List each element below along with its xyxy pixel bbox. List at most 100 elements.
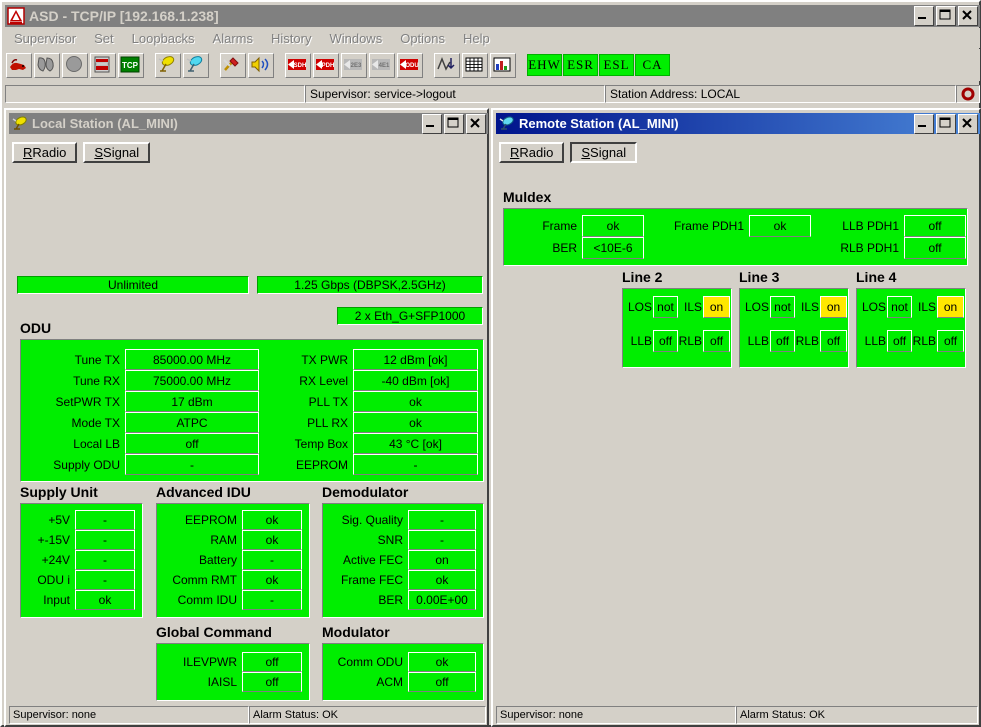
field-value-5v[interactable]: - xyxy=(75,510,135,530)
field-value-ilevpwr[interactable]: off xyxy=(242,652,302,672)
main-status-bar: Supervisor: service->logout Station Addr… xyxy=(5,84,980,104)
e3-icon[interactable]: 2E3 xyxy=(341,52,367,78)
field-value-15v[interactable]: - xyxy=(75,530,135,550)
maximize-button[interactable] xyxy=(936,6,956,26)
muldex-col3: LLB PDH1 off RLB PDH1 off xyxy=(819,215,966,259)
performance-icon[interactable] xyxy=(434,52,460,78)
menu-item-help[interactable]: Help xyxy=(454,30,499,47)
odu-icon[interactable]: ODU xyxy=(397,52,423,78)
configure-icon[interactable] xyxy=(220,52,246,78)
connect-icon[interactable] xyxy=(6,52,32,78)
field-value-rlb[interactable]: off xyxy=(703,330,730,352)
field-value-sig-quality[interactable]: - xyxy=(408,510,476,530)
field-value-eeprom[interactable]: ok xyxy=(242,510,302,530)
maximize-button[interactable] xyxy=(444,113,464,134)
field-value-iaisl[interactable]: off xyxy=(242,672,302,692)
field-value-ber[interactable]: <10E-6 xyxy=(582,237,644,259)
field-value-pll-rx[interactable]: ok xyxy=(353,412,478,433)
status-badge-ehw[interactable]: EHW xyxy=(527,54,562,76)
e1-icon[interactable]: 4E1 xyxy=(369,52,395,78)
field-value-frame-fec[interactable]: ok xyxy=(408,570,476,590)
chart-icon[interactable] xyxy=(490,52,516,78)
minimize-button[interactable] xyxy=(914,113,934,134)
menu-item-windows[interactable]: Windows xyxy=(320,30,391,47)
status-badge-ca[interactable]: CA xyxy=(635,54,670,76)
menu-item-set[interactable]: Set xyxy=(85,30,123,47)
maximize-button[interactable] xyxy=(936,113,956,134)
status-badge-esr[interactable]: ESR xyxy=(563,54,598,76)
field-value-ils[interactable]: on xyxy=(937,296,964,318)
svg-text:TCP: TCP xyxy=(122,61,139,70)
menu-item-loopbacks[interactable]: Loopbacks xyxy=(123,30,204,47)
field-value-frame-pdh1[interactable]: ok xyxy=(749,215,811,237)
field-value-rlb[interactable]: off xyxy=(820,330,847,352)
field-value-llb[interactable]: off xyxy=(770,330,795,352)
field-value-snr[interactable]: - xyxy=(408,530,476,550)
odu-heading: ODU xyxy=(20,320,52,336)
field-value-tune-tx[interactable]: 85000.00 MHz xyxy=(125,349,259,370)
field-value-ber-demod[interactable]: 0.00E+00 xyxy=(408,590,476,610)
field-label: +24V xyxy=(41,553,70,567)
minimize-button[interactable] xyxy=(914,6,934,26)
field-value-eeprom-odu[interactable]: - xyxy=(353,454,478,475)
field-value-frame[interactable]: ok xyxy=(582,215,644,237)
field-label: Comm ODU xyxy=(337,655,403,669)
field-value-rlb-pdh1[interactable]: off xyxy=(904,237,966,259)
close-button[interactable] xyxy=(958,6,978,26)
field-value-tx-pwr[interactable]: 12 dBm [ok] xyxy=(353,349,478,370)
tab-radio[interactable]: R Radio xyxy=(12,142,78,163)
close-button[interactable] xyxy=(466,113,486,134)
menu-item-alarms[interactable]: Alarms xyxy=(204,30,262,47)
field-value-llb-pdh1[interactable]: off xyxy=(904,215,966,237)
field-value-mode-tx[interactable]: ATPC xyxy=(125,412,259,433)
field-value-ils[interactable]: on xyxy=(703,296,730,318)
field-value-temp-box[interactable]: 43 °C [ok] xyxy=(353,433,478,454)
menu-item-supervisor[interactable]: Supervisor xyxy=(5,30,85,47)
field-value-ils[interactable]: on xyxy=(820,296,847,318)
pdh-icon[interactable]: PDH xyxy=(313,52,339,78)
disconnect-icon[interactable] xyxy=(34,52,60,78)
field-value-los[interactable]: not xyxy=(887,296,912,318)
field-value-comm-odu[interactable]: ok xyxy=(408,652,476,672)
menu-item-history[interactable]: History xyxy=(262,30,320,47)
field-value-los[interactable]: not xyxy=(770,296,795,318)
remote-station-icon[interactable] xyxy=(183,52,209,78)
field-value-supply-odu[interactable]: - xyxy=(125,454,259,475)
field-value-setpwr-tx[interactable]: 17 dBm xyxy=(125,391,259,412)
tcp-icon[interactable]: TCP xyxy=(118,52,144,78)
main-title-bar: ASD - TCP/IP [192.168.1.238] xyxy=(5,5,980,27)
field-label: ACM xyxy=(376,675,403,689)
field-value-rlb[interactable]: off xyxy=(937,330,964,352)
field-value-rx-level[interactable]: -40 dBm [ok] xyxy=(353,370,478,391)
minimize-button[interactable] xyxy=(422,113,442,134)
field-label: +-15V xyxy=(37,533,70,547)
stop-icon[interactable] xyxy=(62,52,88,78)
table-icon[interactable] xyxy=(462,52,488,78)
status-badge-esl[interactable]: ESL xyxy=(599,54,634,76)
close-button[interactable] xyxy=(958,113,978,134)
field-value-comm-rmt[interactable]: ok xyxy=(242,570,302,590)
tab-signal[interactable]: S Signal xyxy=(570,142,638,163)
field-value-input[interactable]: ok xyxy=(75,590,135,610)
sdh-icon[interactable]: SDH xyxy=(285,52,311,78)
field-value-active-fec[interactable]: on xyxy=(408,550,476,570)
line2-fields: LOS not ILS on LLB off RLB off xyxy=(625,296,730,352)
field-value-tune-rx[interactable]: 75000.00 MHz xyxy=(125,370,259,391)
field-value-los[interactable]: not xyxy=(653,296,678,318)
database-icon[interactable] xyxy=(90,52,116,78)
field-value-ram[interactable]: ok xyxy=(242,530,302,550)
field-value-battery[interactable]: - xyxy=(242,550,302,570)
tab-signal[interactable]: S Signal xyxy=(83,142,151,163)
menu-item-options[interactable]: Options xyxy=(391,30,454,47)
tab-radio[interactable]: R Radio xyxy=(499,142,565,163)
field-value-24v[interactable]: - xyxy=(75,550,135,570)
field-value-odu-i[interactable]: - xyxy=(75,570,135,590)
field-value-comm-idu[interactable]: - xyxy=(242,590,302,610)
field-value-acm[interactable]: off xyxy=(408,672,476,692)
field-value-pll-tx[interactable]: ok xyxy=(353,391,478,412)
field-value-llb[interactable]: off xyxy=(887,330,912,352)
field-value-llb[interactable]: off xyxy=(653,330,678,352)
alarm-sound-icon[interactable] xyxy=(248,52,274,78)
local-station-icon[interactable] xyxy=(155,52,181,78)
field-value-local-lb[interactable]: off xyxy=(125,433,259,454)
